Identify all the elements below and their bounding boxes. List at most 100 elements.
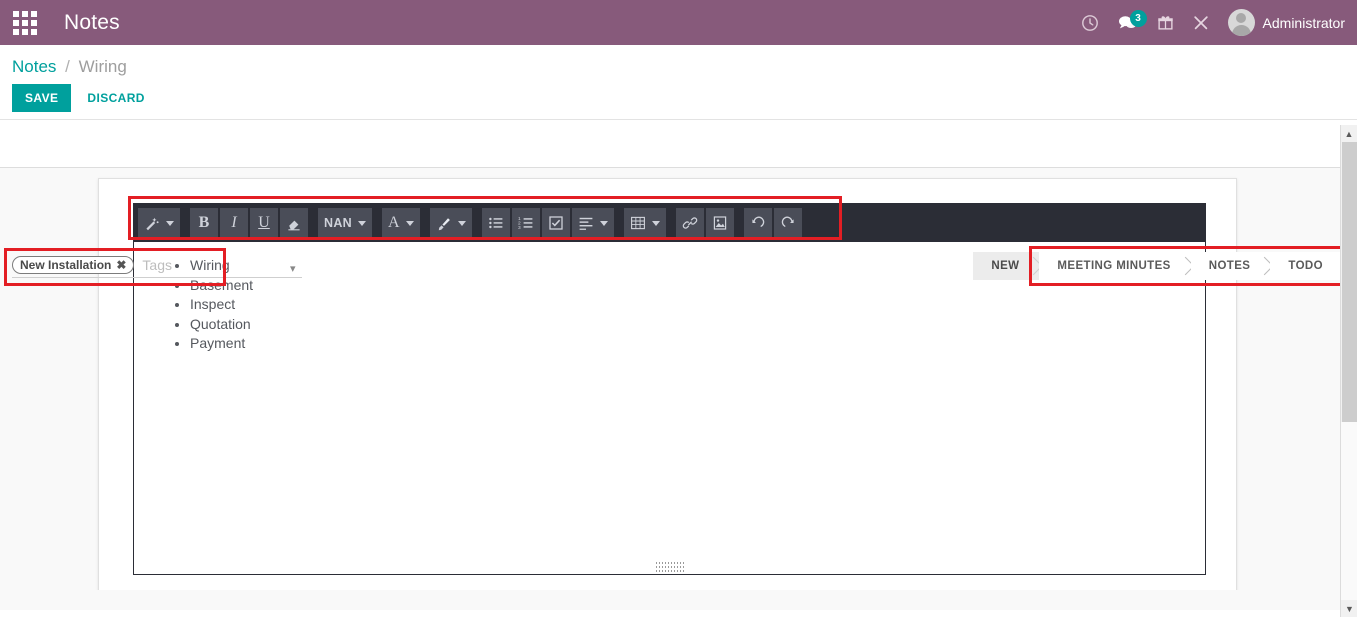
italic-button[interactable]: I [220, 208, 248, 238]
table-button[interactable] [623, 208, 666, 238]
scroll-up-arrow-icon[interactable]: ▲ [1341, 125, 1357, 142]
tag-new-installation[interactable]: New Installation ✖ [12, 256, 135, 274]
tag-label: New Installation [20, 258, 112, 272]
chevron-down-icon [405, 220, 414, 226]
redo-button[interactable] [773, 208, 802, 238]
note-list-item: Payment [190, 334, 1205, 354]
toolbar-group [138, 208, 180, 238]
vertical-scrollbar[interactable]: ▲ ▼ [1340, 125, 1357, 617]
chevron-down-icon [651, 220, 660, 226]
apps-grid-cell [22, 19, 28, 26]
grip-line [655, 566, 684, 568]
status-item-new[interactable]: NEW [973, 252, 1040, 280]
form-sheet: B I U NAN A 123 WiringBasementInspectQuotatio… [98, 178, 1237, 600]
apps-grid-cell [31, 19, 37, 26]
font-color-button[interactable]: A [381, 208, 420, 238]
gift-icon[interactable] [1157, 14, 1174, 31]
app-name: Notes [64, 10, 120, 34]
status-bar: NEW MEETING MINUTES NOTES TODO [973, 252, 1343, 280]
clock-icon[interactable] [1081, 14, 1099, 32]
save-button[interactable]: SAVE [12, 84, 72, 112]
breadcrumb-root-link[interactable]: Notes [12, 57, 56, 76]
underline-glyph: U [258, 214, 270, 231]
form-header-row: New Installation ✖ Tags ▾ NEW MEETING MIN… [0, 120, 1357, 286]
control-panel: Notes / Wiring SAVE DISCARD 1 / 1 ‹ › [0, 45, 1357, 151]
tags-placeholder: Tags [142, 257, 172, 273]
tools-icon[interactable] [1192, 14, 1210, 32]
underline-button[interactable]: U [250, 208, 278, 238]
user-name: Administrator [1262, 14, 1345, 31]
status-item-notes[interactable]: NOTES [1190, 252, 1271, 280]
toolbar-group [623, 208, 666, 238]
note-list-item: Inspect [190, 295, 1205, 315]
toolbar-group [675, 208, 734, 238]
apps-grid-cell [13, 28, 19, 35]
chevron-down-icon [166, 220, 174, 226]
italic-glyph: I [231, 214, 237, 231]
apps-grid-cell [31, 28, 37, 35]
font-size-button[interactable]: NAN [318, 208, 372, 238]
chevron-down-icon [599, 220, 608, 226]
avatar [1227, 9, 1255, 36]
apps-grid-cell [13, 10, 19, 17]
table-icon [630, 215, 646, 231]
link-button[interactable] [675, 208, 704, 238]
toolbar-group [429, 208, 472, 238]
sheet-background [0, 590, 1340, 610]
discard-button[interactable]: DISCARD [77, 84, 154, 112]
font-color-glyph: A [387, 214, 400, 231]
scroll-down-arrow-icon[interactable]: ▼ [1341, 600, 1357, 617]
align-button[interactable] [571, 208, 614, 238]
apps-grid-cell [13, 19, 19, 26]
messages-icon[interactable]: 3 [1117, 9, 1147, 32]
top-navbar: Notes 3 Administrator [0, 0, 1357, 45]
checklist-icon [548, 215, 564, 231]
image-icon [712, 215, 728, 231]
toolbar-group: 123 [481, 208, 614, 238]
style-wand-button[interactable] [138, 208, 180, 238]
chevron-down-icon [457, 220, 466, 226]
undo-button[interactable] [743, 208, 772, 238]
undo-icon [750, 215, 766, 231]
image-button[interactable] [705, 208, 734, 238]
toolbar-group: A [381, 208, 420, 238]
status-item-meeting-minutes[interactable]: MEETING MINUTES [1039, 252, 1191, 280]
link-icon [682, 215, 698, 231]
font-size-value: NAN [324, 215, 352, 230]
bold-glyph: B [198, 214, 210, 231]
breadcrumb: Notes / Wiring [12, 57, 1341, 77]
svg-text:3: 3 [518, 225, 521, 231]
scrollbar-thumb[interactable] [1342, 142, 1357, 422]
eraser-icon [286, 215, 302, 231]
apps-grid-cell [22, 10, 28, 17]
form-action-buttons: SAVE DISCARD [12, 84, 1341, 112]
note-content[interactable]: WiringBasementInspectQuotationPayment [134, 242, 1205, 575]
resize-handle[interactable] [655, 561, 684, 573]
apps-grid-cell [31, 10, 37, 17]
ol-icon: 123 [518, 215, 534, 231]
messages-badge: 3 [1129, 9, 1147, 27]
apps-grid-cell [22, 28, 28, 35]
toolbar-group [743, 208, 802, 238]
note-list-item: Quotation [190, 315, 1205, 335]
editor-toolbar: B I U NAN A 1 2 3 [134, 204, 1205, 242]
tag-remove-icon[interactable]: ✖ [116, 258, 126, 272]
wand-icon [144, 215, 160, 231]
navbar-right-group: 3 Administrator [1081, 9, 1345, 36]
apps-grid-icon[interactable] [12, 10, 38, 36]
align-icon [578, 215, 594, 231]
bold-button[interactable]: B [190, 208, 218, 238]
scrollbar-track[interactable] [1341, 422, 1357, 600]
checklist-button[interactable] [541, 208, 570, 238]
status-item-todo[interactable]: TODO [1270, 252, 1343, 280]
clear-format-button[interactable] [280, 208, 308, 238]
ordered-list-button[interactable]: 123 [511, 208, 540, 238]
unordered-list-button[interactable] [481, 208, 510, 238]
toolbar-group: NAN [318, 208, 372, 238]
grip-line [655, 570, 684, 572]
background-color-button[interactable] [429, 208, 472, 238]
tags-field[interactable]: New Installation ✖ Tags [12, 256, 302, 278]
user-menu[interactable]: Administrator [1227, 9, 1345, 36]
breadcrumb-current: Wiring [78, 57, 127, 76]
chevron-down-icon[interactable]: ▾ [290, 262, 296, 275]
